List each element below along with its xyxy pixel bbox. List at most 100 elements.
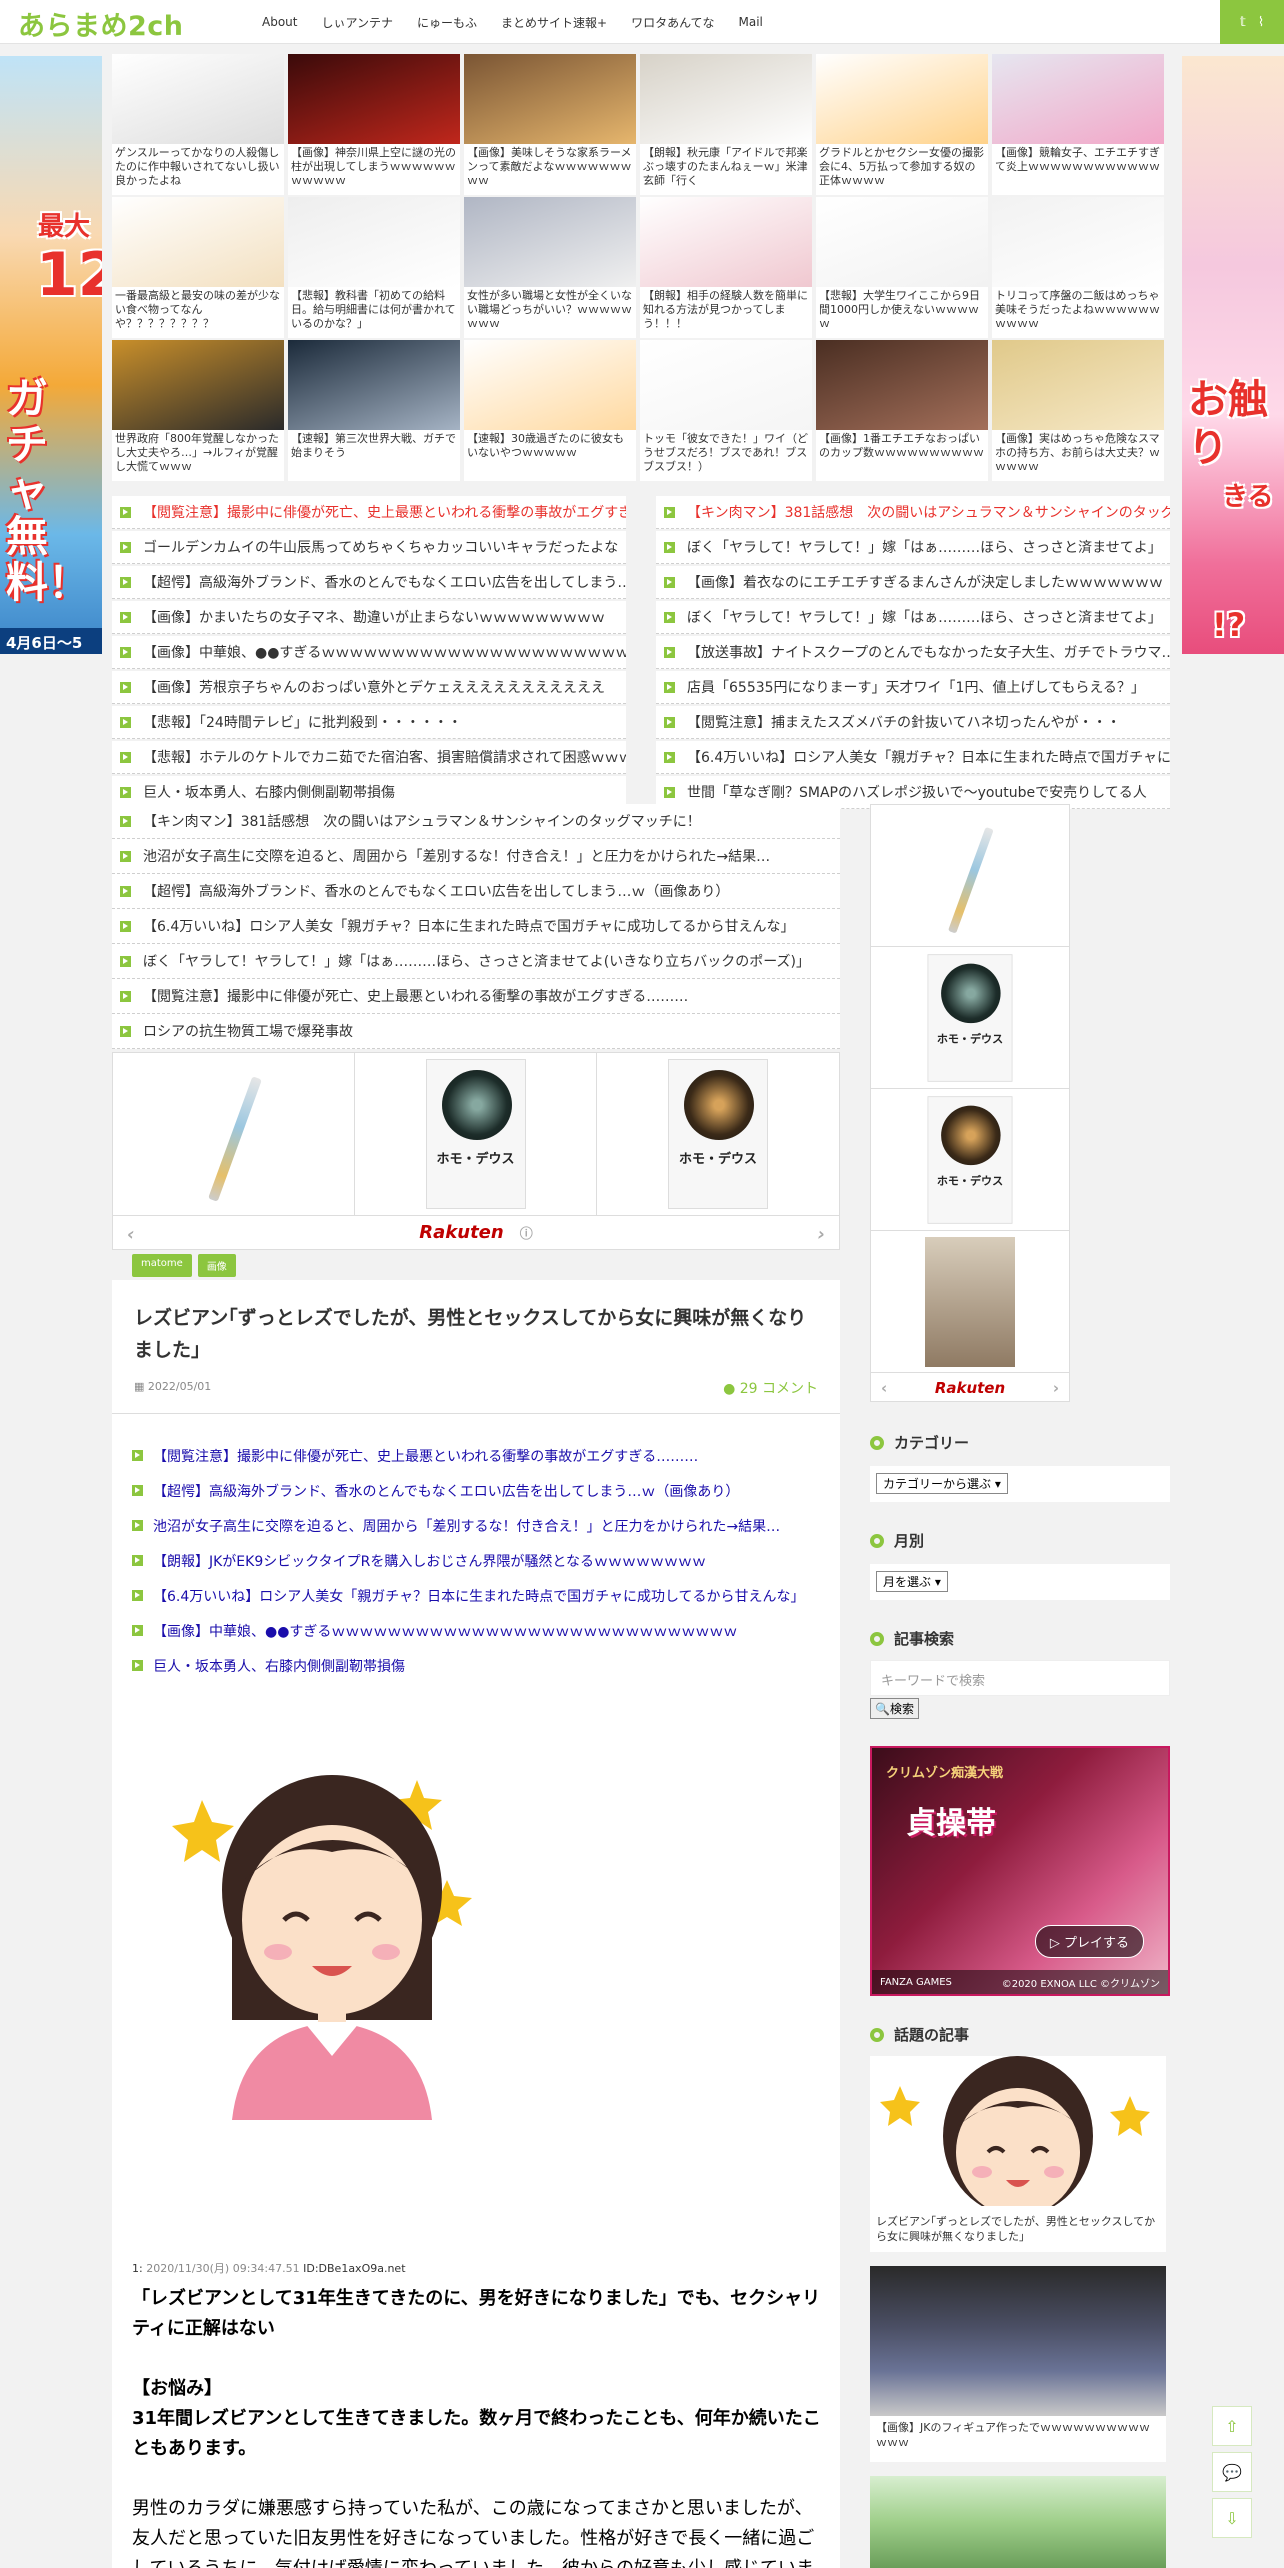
- headline-item[interactable]: 【キン肉マン】381話感想 次の闘いはアシュラマン＆サンシャインのタッグマッチに…: [656, 496, 1170, 529]
- headline-item[interactable]: 【悲報】「24時間テレビ」に批判殺到・・・・・・: [112, 706, 626, 739]
- popular-article[interactable]: レズビアン｢ずっとレズでしたが、男性とセックスしてから女に興味が無くなりました｣: [870, 2056, 1166, 2252]
- rakuten-item[interactable]: [871, 1231, 1069, 1373]
- bullet-arrow-icon: [120, 751, 131, 763]
- thumbnail-tile[interactable]: 【画像】1番エチエチなおっぱいのカップ数ｗｗｗｗｗｗｗｗｗｗ: [816, 340, 988, 481]
- nav-antenna[interactable]: しぃアンテナ: [321, 14, 393, 31]
- rakuten-item[interactable]: [113, 1053, 355, 1215]
- thumbnail-tile[interactable]: 【朗報】相手の経験人数を簡単に知れる方法が見つかってしまう！！！: [640, 197, 812, 338]
- related-link[interactable]: 【画像】中華娘、●●すぎるｗｗｗｗｗｗｗｗｗｗｗｗｗｗｗｗｗｗｗｗｗｗｗｗｗｗｗ…: [132, 1613, 822, 1648]
- thumbnail-tile[interactable]: 【画像】神奈川県上空に謎の光の柱が出現してしまうｗｗｗｗｗｗｗｗｗｗｗ: [288, 54, 460, 195]
- related-link[interactable]: 【朗報】JKがEK9シビックタイプRを購入しおじさん界隈が騒然となるｗｗｗｗｗｗ…: [132, 1543, 822, 1578]
- headline-item[interactable]: 【閲覧注意】撮影中に俳優が死亡、史上最悪といわれる衝撃の事故がエグすぎる………: [112, 979, 840, 1014]
- headline-item[interactable]: 【閲覧注意】捕まえたスズメバチの針抜いてハネ切ったんやが・・・: [656, 706, 1170, 739]
- thumbnail-tile[interactable]: グラドルとかセクシー女優の撮影会に4、5万払って参加する奴の正体ｗｗｗｗ: [816, 54, 988, 195]
- headline-item[interactable]: ぼく「ヤラして！ヤラして！」嫁「はぁ………ほら、さっさと済ませてよ」: [656, 531, 1170, 564]
- related-link[interactable]: 【超愕】高級海外ブランド、香水のとんでもなくエロい広告を出してしまう…ｗ（画像あ…: [132, 1473, 822, 1508]
- headline-item[interactable]: 池沼が女子高生に交際を迫ると、周囲から「差別するな！付き合え！」と圧力をかけられ…: [112, 839, 840, 874]
- rakuten-item[interactable]: [871, 805, 1069, 947]
- next-arrow-icon[interactable]: ›: [1053, 1379, 1059, 1397]
- headline-item[interactable]: 【画像】芳根京子ちゃんのおっぱい意外とデケェえええええええええええ: [112, 671, 626, 704]
- comments-link[interactable]: ● 29 コメント: [723, 1378, 818, 1398]
- search-heading: 記事検索: [870, 1628, 954, 1649]
- smiling-woman-illustration: [172, 1775, 472, 2120]
- fanza-game-ad[interactable]: クリムゾン痴漢大戦 貞操帯 ▷ プレイする FANZA GAMES ©2020 …: [870, 1746, 1170, 1996]
- category-select[interactable]: カテゴリーから選ぶ ▾: [876, 1473, 1008, 1494]
- site-logo[interactable]: あらまめ2ch: [18, 4, 184, 43]
- rakuten-item[interactable]: ホモ・デウス: [597, 1053, 839, 1215]
- thumbnail-tile[interactable]: 【画像】競輪女子、エチエチすぎて炎上ｗｗｗｗｗｗｗｗｗｗｗｗ: [992, 54, 1164, 195]
- headline-item[interactable]: ぼく「ヤラして！ヤラして！」嫁「はぁ………ほら、さっさと済ませてよ(いきなり立ち…: [112, 944, 840, 979]
- related-link[interactable]: 池沼が女子高生に交際を迫ると、周囲から「差別するな！付き合え！」と圧力をかけられ…: [132, 1508, 822, 1543]
- headline-item[interactable]: 【6.4万いいね】ロシア人美女「親ガチャ？日本に生まれた時点で国ガチャに…: [656, 741, 1170, 774]
- headline-item[interactable]: 【放送事故】ナイトスクープのとんでもなかった女子大生、ガチでトラウマ…: [656, 636, 1170, 669]
- headline-item[interactable]: 【画像】着衣なのにエチエチすぎるまんさんが決定しましたｗｗｗｗｗｗｗ: [656, 566, 1170, 599]
- rakuten-logo[interactable]: Rakuten: [419, 1222, 503, 1243]
- month-select[interactable]: 月を選ぶ ▾: [876, 1571, 948, 1592]
- headline-item[interactable]: 【6.4万いいね】ロシア人美女「親ガチャ？日本に生まれた時点で国ガチャに成功して…: [112, 909, 840, 944]
- popular-article[interactable]: 【画像】JKのフィギュア作ったでｗｗｗｗｗｗｗｗｗｗｗｗｗ: [870, 2266, 1166, 2462]
- nav-nyumofu[interactable]: にゅーもふ: [417, 14, 477, 31]
- related-link[interactable]: 巨人・坂本勇人、右膝内側側副靭帯損傷: [132, 1648, 822, 1683]
- thumbnail-tile[interactable]: 【画像】美味しそうな家系ラーメンって素敵だよなｗｗｗｗｗｗｗｗｗ: [464, 54, 636, 195]
- thumbnail-tile[interactable]: 【悲報】教科書「初めての給料日。給与明細書には何が書かれているのかな？」: [288, 197, 460, 338]
- related-link[interactable]: 【閲覧注意】撮影中に俳優が死亡、史上最悪といわれる衝撃の事故がエグすぎる………: [132, 1438, 822, 1473]
- bullet-arrow-icon: [120, 1025, 131, 1037]
- related-link[interactable]: 【6.4万いいね】ロシア人美女「親ガチャ？日本に生まれた時点で国ガチャに成功して…: [132, 1578, 822, 1613]
- headline-item[interactable]: 【悲報】ホテルのケトルでカニ茹でた宿泊客、損害賠償請求されて困惑ｗｗｗ: [112, 741, 626, 774]
- thumbnail-tile[interactable]: 世界政府「800年覚醒しなかったし大丈夫やろ…」→ルフィが覚醒し大慌てｗｗｗ: [112, 340, 284, 481]
- comment-button[interactable]: 💬: [1212, 2452, 1252, 2492]
- nav-warota-antenna[interactable]: ワロタあんてな: [631, 14, 714, 31]
- thumbnail-tile[interactable]: 【速報】第三次世界大戦、ガチで始まりそう: [288, 340, 460, 481]
- tile-image: [640, 197, 812, 287]
- prev-arrow-icon[interactable]: ‹: [127, 1224, 134, 1245]
- related-link-text: 【閲覧注意】撮影中に俳優が死亡、史上最悪といわれる衝撃の事故がエグすぎる………: [153, 1448, 699, 1465]
- right-banner-ad[interactable]: お触り きる !?: [1182, 56, 1284, 654]
- thumbnail-tile[interactable]: 女性が多い職場と女性が全くいない職場どっちがいい？ｗｗｗｗｗｗｗｗ: [464, 197, 636, 338]
- tag-gazou[interactable]: 画像: [197, 1254, 236, 1277]
- scroll-top-button[interactable]: ⇧: [1212, 2406, 1252, 2446]
- bullet-arrow-icon: [132, 1555, 143, 1566]
- thumbnail-tile[interactable]: 【朗報】秋元康「アイドルで邦楽ぶっ壊すのたまんねぇーｗ」米津玄師「行く: [640, 54, 812, 195]
- thumbnail-tile[interactable]: 一番最高級と最安の味の差が少ない食べ物ってなんや？？？？？？？？: [112, 197, 284, 338]
- headline-item[interactable]: ぼく「ヤラして！ヤラして！」嫁「はぁ………ほら、さっさと済ませてよ」: [656, 601, 1170, 634]
- headline-item[interactable]: ロシアの抗生物質工場で爆発事故: [112, 1014, 840, 1049]
- tile-caption: 世界政府「800年覚醒しなかったし大丈夫やろ…」→ルフィが覚醒し大慌てｗｗｗ: [115, 432, 279, 473]
- rakuten-item[interactable]: ホモ・デウス: [871, 947, 1069, 1089]
- nav-about[interactable]: About: [262, 15, 297, 29]
- thumbnail-tile[interactable]: トッモ「彼女できた！」ワイ（どうせブスだろ！ブスであれ！ブスブスブス！）: [640, 340, 812, 481]
- thumbnail-tile[interactable]: 【速報】30歳過ぎたのに彼女もいないやつｗｗｗｗｗ: [464, 340, 636, 481]
- info-icon[interactable]: ⓘ: [520, 1223, 533, 1242]
- thumbnail-tile[interactable]: 【画像】実はめっちゃ危険なスマホの持ち方、お前らは大丈夫？ｗｗｗｗｗ: [992, 340, 1164, 481]
- rakuten-item[interactable]: ホモ・デウス: [871, 1089, 1069, 1231]
- twitter-icon[interactable]: 𝕥: [1240, 15, 1246, 30]
- headline-item[interactable]: 【画像】中華娘、●●すぎるｗｗｗｗｗｗｗｗｗｗｗｗｗｗｗｗｗｗｗｗｗｗｗｗｗｗ: [112, 636, 626, 669]
- main-article-list: 【キン肉マン】381話感想 次の闘いはアシュラマン＆サンシャインのタッグマッチに…: [112, 804, 840, 1049]
- thumbnail-tile[interactable]: トリコって序盤の二飯はめっちゃ美味そうだったよねｗｗｗｗｗｗｗｗｗｗ: [992, 197, 1164, 338]
- play-button[interactable]: ▷ プレイする: [1034, 1925, 1144, 1958]
- headline-text: 【キン肉マン】381話感想 次の闘いはアシュラマン＆サンシャインのタッグマッチに…: [687, 505, 1170, 521]
- tag-matome[interactable]: matome: [132, 1254, 192, 1277]
- rakuten-item[interactable]: ホモ・デウス: [355, 1053, 597, 1215]
- headline-item[interactable]: 【キン肉マン】381話感想 次の闘いはアシュラマン＆サンシャインのタッグマッチに…: [112, 804, 840, 839]
- headline-item[interactable]: 店員「65535円になりまーす」天才ワイ「1円、値上げしてもらえる？」: [656, 671, 1170, 704]
- popular-article[interactable]: [870, 2476, 1166, 2568]
- headline-item[interactable]: 【超愕】高級海外ブランド、香水のとんでもなくエロい広告を出してしまう…ｗ: [112, 566, 626, 599]
- nav-mail[interactable]: Mail: [739, 15, 763, 29]
- prev-arrow-icon[interactable]: ‹: [881, 1379, 887, 1397]
- headline-item[interactable]: ゴールデンカムイの牛山辰馬ってめちゃくちゃカッコいいキャラだったよな: [112, 531, 626, 564]
- nav-matome-sokuhou[interactable]: まとめサイト速報+: [501, 14, 607, 31]
- search-input[interactable]: キーワードで検索: [870, 1660, 1170, 1696]
- headline-text: 【閲覧注意】捕まえたスズメバチの針抜いてハネ切ったんやが・・・: [687, 715, 1121, 731]
- rss-icon[interactable]: ⌇: [1258, 15, 1264, 30]
- scroll-bottom-button[interactable]: ⇩: [1212, 2498, 1252, 2538]
- related-links: 【閲覧注意】撮影中に俳優が死亡、史上最悪といわれる衝撃の事故がエグすぎる……… 【…: [132, 1438, 822, 1683]
- rakuten-logo[interactable]: Rakuten: [935, 1379, 1005, 1397]
- thumbnail-tile[interactable]: ゲンスルーってかなりの人殺傷したのに作中報いされてないし扱い良かったよね: [112, 54, 284, 195]
- thumbnail-tile[interactable]: 【悲報】大学生ワイここから9日間1000円しか使えないｗｗｗｗｗ: [816, 197, 988, 338]
- headline-item[interactable]: 【閲覧注意】撮影中に俳優が死亡、史上最悪といわれる衝撃の事故がエグすぎる………: [112, 496, 626, 529]
- next-arrow-icon[interactable]: ›: [818, 1224, 825, 1245]
- headline-item[interactable]: 【超愕】高級海外ブランド、香水のとんでもなくエロい広告を出してしまう…ｗ（画像あ…: [112, 874, 840, 909]
- headline-item[interactable]: 【画像】かまいたちの女子マネ、勘違いが止まらないｗｗｗｗｗｗｗｗｗ: [112, 601, 626, 634]
- search-button[interactable]: 🔍検索: [870, 1698, 919, 1719]
- left-banner-ad[interactable]: 最大 12 ガチャ無料！ 4月6日〜5: [0, 56, 102, 654]
